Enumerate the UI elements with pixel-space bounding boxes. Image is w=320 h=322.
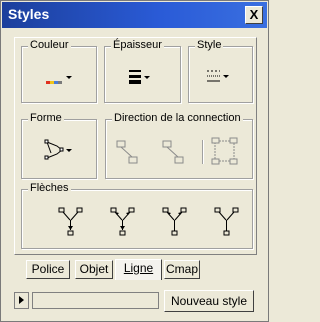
color-dropdown[interactable] bbox=[45, 69, 75, 85]
expand-button[interactable] bbox=[14, 292, 29, 309]
couleur-label: Couleur bbox=[28, 39, 71, 51]
thickness-dropdown[interactable] bbox=[127, 67, 157, 85]
fleches-label: Flèches bbox=[28, 182, 71, 194]
direction-bidirectional-icon[interactable] bbox=[210, 136, 240, 166]
styles-window: Styles X Couleur Épaisseur Style Forme D… bbox=[0, 0, 269, 322]
arrow-style-3-icon[interactable] bbox=[162, 206, 188, 238]
arrow-style-1-icon[interactable] bbox=[58, 206, 84, 238]
arrow-style-2-icon[interactable] bbox=[110, 206, 136, 238]
window-title: Styles bbox=[8, 6, 50, 22]
title-bar[interactable]: Styles X bbox=[2, 2, 267, 28]
tab-objet-label: Objet bbox=[79, 262, 109, 276]
shape-dropdown[interactable] bbox=[42, 138, 76, 162]
fleches-group: Flèches bbox=[21, 182, 253, 249]
line-style-dropdown[interactable] bbox=[205, 67, 235, 85]
tab-ligne-label: Ligne bbox=[123, 261, 154, 275]
style-label: Style bbox=[195, 39, 224, 51]
direction-separator bbox=[202, 140, 204, 164]
tab-ligne[interactable]: Ligne bbox=[115, 259, 162, 280]
forme-group: Forme bbox=[21, 112, 97, 179]
direction-label: Direction de la connection bbox=[112, 112, 243, 124]
style-name-field[interactable] bbox=[32, 292, 159, 309]
color-dropdown-icon bbox=[46, 76, 72, 84]
tab-cmap-label: Cmap bbox=[165, 262, 198, 276]
direction-backward-icon[interactable] bbox=[161, 138, 187, 166]
couleur-group: Couleur bbox=[21, 39, 97, 103]
line-style-dropdown-icon bbox=[207, 70, 229, 82]
direction-group: Direction de la connection bbox=[105, 112, 253, 179]
direction-forward-icon[interactable] bbox=[115, 138, 141, 166]
new-style-button[interactable]: Nouveau style bbox=[164, 290, 254, 312]
thickness-dropdown-icon bbox=[129, 70, 150, 84]
close-button[interactable]: X bbox=[245, 6, 263, 24]
tab-police[interactable]: Police bbox=[26, 260, 70, 279]
epaisseur-group: Épaisseur bbox=[104, 39, 181, 103]
arrow-style-4-icon[interactable] bbox=[214, 206, 240, 238]
tab-police-label: Police bbox=[31, 262, 65, 276]
tab-cmap[interactable]: Cmap bbox=[164, 260, 200, 279]
forme-label: Forme bbox=[28, 112, 64, 124]
epaisseur-label: Épaisseur bbox=[111, 39, 164, 51]
shape-dropdown-icon bbox=[44, 139, 72, 160]
close-icon: X bbox=[249, 7, 259, 22]
style-group: Style bbox=[188, 39, 253, 103]
tab-objet[interactable]: Objet bbox=[75, 260, 113, 279]
